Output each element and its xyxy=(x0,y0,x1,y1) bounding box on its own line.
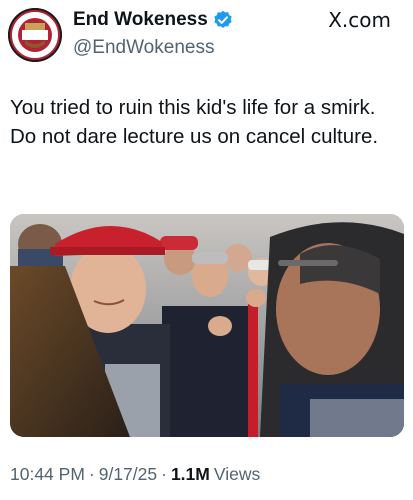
post-media-photo[interactable] xyxy=(10,214,404,437)
post-date[interactable]: 9/17/25 xyxy=(99,464,157,485)
author-display-name[interactable]: End Wokeness xyxy=(73,9,208,31)
author-avatar[interactable] xyxy=(8,8,62,62)
views-label: Views xyxy=(213,464,261,484)
post-meta: 10:44 PM · 9/17/25 · 1.1M Views xyxy=(10,464,260,485)
verified-badge-icon xyxy=(214,10,232,29)
post-header: End Wokeness @EndWokeness X.com xyxy=(0,0,413,80)
post-time[interactable]: 10:44 PM xyxy=(10,464,85,485)
author-handle[interactable]: @EndWokeness xyxy=(73,37,214,59)
meta-separator: · xyxy=(88,464,95,484)
avatar-logo-icon xyxy=(8,8,62,62)
post-text: You tried to ruin this kid's life for a … xyxy=(10,96,379,148)
x-watermark: X.com xyxy=(328,8,391,32)
author-name-row: End Wokeness xyxy=(73,9,233,31)
views-count[interactable]: 1.1M xyxy=(171,464,210,485)
meta-separator-2: · xyxy=(161,464,167,484)
photo-image-icon xyxy=(10,214,404,437)
